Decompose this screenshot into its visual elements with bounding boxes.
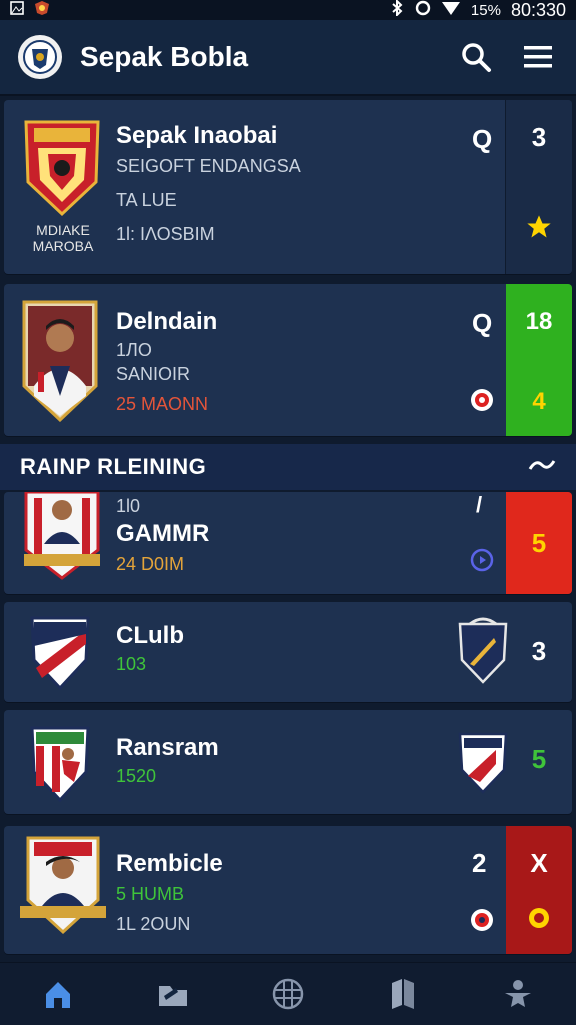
side-column: 3 [505, 100, 572, 274]
side-column: 5 [506, 492, 572, 594]
card-title: Delndain [116, 308, 218, 335]
match-card-1[interactable]: MDIAKE MAROBA Sepak Inaobai SEIGOFT ENDA… [4, 100, 572, 274]
card-title: Ransram [116, 734, 219, 761]
folder-icon[interactable] [145, 966, 201, 1022]
section-label: RAINP RLEINING [20, 454, 207, 479]
player-badge-icon [20, 492, 104, 589]
side-value-top: 18 [525, 308, 553, 335]
sun-icon [526, 905, 552, 936]
match-card-5[interactable]: Ransram 1520 5 [4, 710, 572, 814]
card-detail: SANIOIR [116, 364, 191, 384]
match-card-4[interactable]: CLulb 103 3 [4, 602, 572, 702]
right-letter: Q [472, 308, 493, 338]
opponent-crest-icon [456, 730, 510, 801]
card-title: Rembicle [116, 850, 223, 877]
app-bar: Sepak Bobla [0, 20, 576, 96]
side-value: 3 [531, 636, 547, 666]
side-value: 5 [531, 528, 547, 558]
book-icon[interactable] [375, 966, 431, 1022]
crest-caption: MDIAKE MAROBA [32, 222, 94, 254]
card-detail-2: 25 MAONN [116, 394, 209, 414]
card-detail: 1520 [116, 766, 157, 786]
side-column: 18 4 [506, 284, 572, 436]
home-icon[interactable] [30, 966, 86, 1022]
image-icon [10, 1, 24, 19]
status-bar: 15% 80:330 [0, 0, 576, 20]
card-detail: 103 [116, 654, 147, 674]
collapse-icon[interactable] [528, 457, 556, 478]
card-subtitle: 1ЛО [116, 340, 152, 360]
app-title: Sepak Bobla [80, 41, 249, 72]
battery-text: 15% [470, 1, 501, 19]
app-logo-icon [18, 35, 62, 79]
card-subtitle: 5 HUMB [116, 884, 185, 904]
card-subtitle: 1Ɩ0 [116, 496, 141, 516]
side-value-bottom: 4 [532, 388, 546, 415]
ball-badge-icon [470, 388, 494, 417]
side-value: 5 [531, 744, 547, 774]
side-column: 5 [506, 710, 572, 814]
card-title: Sepak Inaobai [116, 122, 278, 149]
section-header: RAINP RLEINING [0, 444, 576, 490]
play-icon[interactable] [470, 548, 494, 577]
card-title: CLulb [116, 622, 184, 649]
side-column: X [506, 826, 572, 954]
card-detail: 1L 2OUN [116, 914, 191, 934]
club-crest-icon [28, 726, 92, 807]
grid-icon[interactable] [260, 966, 316, 1022]
match-card-6[interactable]: Rembicle 5 HUMB 1L 2OUN 2 X [4, 826, 572, 954]
right-mark: / [476, 492, 483, 517]
side-column: 3 [506, 602, 572, 702]
side-value: 3 [531, 122, 547, 152]
right-letter: Q [472, 124, 493, 154]
side-mark: X [530, 848, 548, 878]
card-title: GAMMR [116, 520, 210, 547]
player-badge-icon [18, 836, 108, 941]
right-value: 2 [472, 848, 487, 878]
card-detail: TA LUE [116, 190, 177, 210]
menu-icon[interactable] [518, 37, 558, 77]
bottom-nav [0, 962, 576, 1025]
shield-small-icon [34, 0, 50, 20]
club-crest-icon [28, 616, 92, 695]
player-photo-icon [20, 300, 100, 427]
team-crest-icon [20, 118, 104, 223]
alarm-icon [415, 0, 431, 20]
star-icon[interactable] [525, 213, 553, 246]
match-card-3[interactable]: 1Ɩ0 GAMMR 24 D0IM / 5 [4, 492, 572, 594]
wifi-icon [441, 0, 461, 20]
card-subtitle: SEIGOFT ENDANGSA [116, 156, 301, 176]
card-detail: 24 D0IM [116, 554, 185, 574]
ball-badge-icon [470, 908, 494, 937]
bluetooth-icon [389, 0, 405, 20]
player-icon[interactable] [490, 966, 546, 1022]
opponent-crest-icon [456, 616, 510, 691]
match-card-2[interactable]: Delndain 1ЛО SANIOIR 25 MAONN Q 18 4 [4, 284, 572, 436]
search-icon[interactable] [456, 37, 496, 77]
card-detail-2: 1Ɩ: ΙΛΟSΒΙΜ [116, 224, 215, 244]
clock-time: 80:330 [510, 0, 566, 20]
